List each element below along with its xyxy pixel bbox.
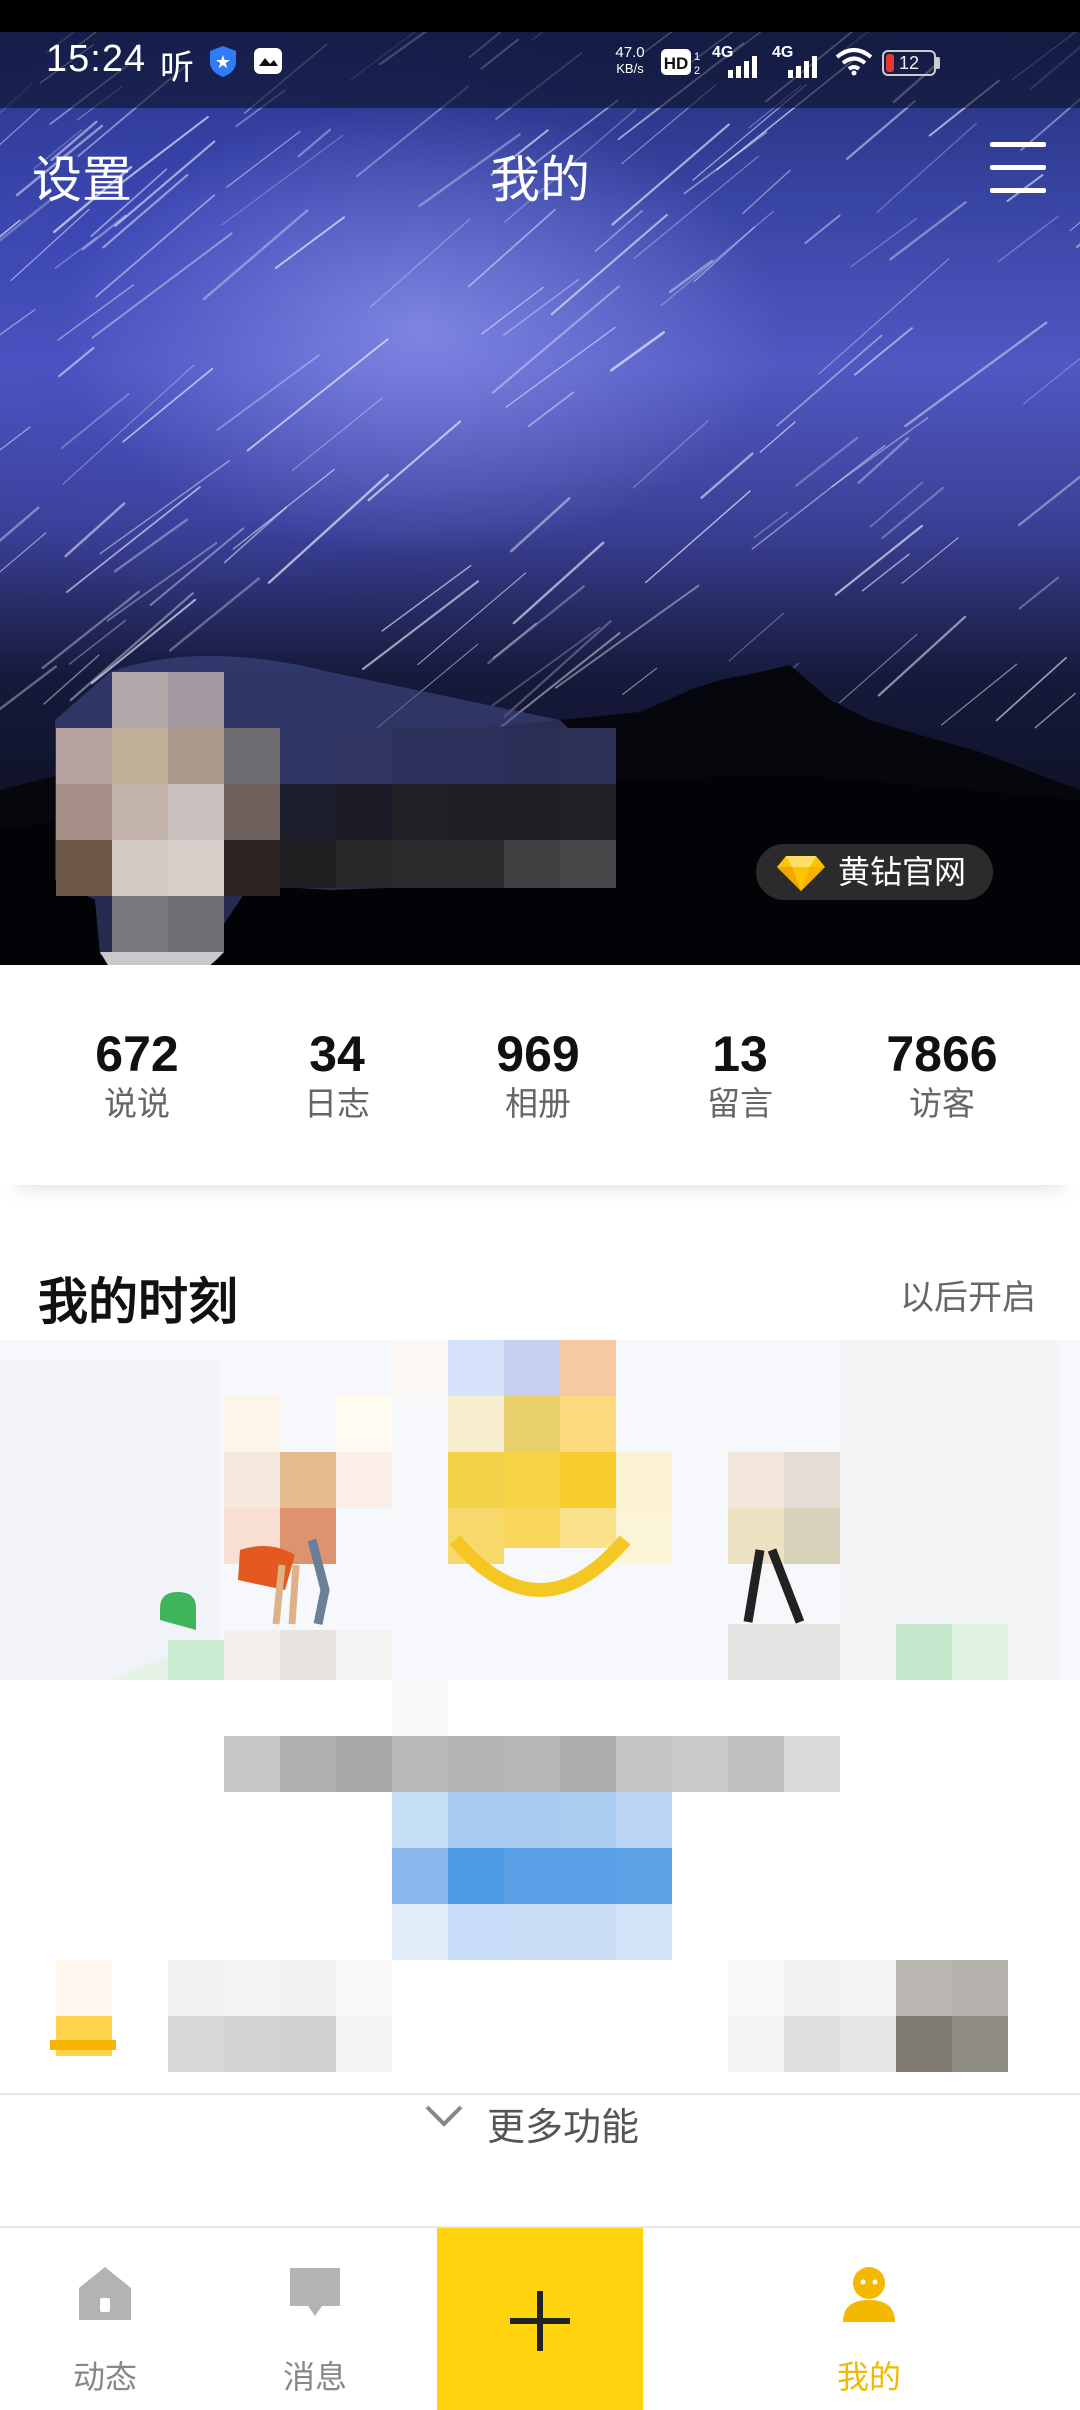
page-title: 我的 (490, 151, 590, 209)
status-bar: 15:24 听 ★ 47.0 KB/s HD 1 2 4G 4G 12 (0, 0, 1080, 108)
more-features-button[interactable]: 更多功能 (0, 2094, 1080, 2150)
tab-messages[interactable]: 消息 (210, 2228, 420, 2410)
menu-icon[interactable] (990, 142, 1046, 194)
more-features-label: 更多功能 (487, 2105, 640, 2149)
tab-label: 我的 (836, 2358, 901, 2396)
plus-icon (510, 2291, 570, 2351)
network-speed: 47.0 KB/s (604, 45, 656, 77)
battery-icon: 12 (882, 50, 936, 76)
svg-text:★: ★ (215, 52, 231, 73)
stat-posts[interactable]: 672 说说 (57, 1025, 217, 1127)
tab-label: 消息 (282, 2358, 347, 2396)
yellow-diamond-label: 黄钻官网 (838, 853, 967, 891)
profile-icon (843, 2267, 895, 2322)
moments-illustration (0, 1340, 1080, 2095)
battery-level: 12 (898, 53, 920, 73)
stat-blogs[interactable]: 34 日志 (257, 1025, 417, 1127)
hd-voice-icon: HD 1 2 (661, 49, 700, 77)
stat-value: 672 (95, 1026, 179, 1082)
nickname-pixels (280, 728, 616, 888)
stats-row: 672 说说 34 日志 969 相册 13 留言 7866 访客 (0, 965, 1080, 1185)
stat-label: 留言 (707, 1084, 773, 1123)
network-speed-value: 47.0 (615, 44, 645, 61)
network-speed-unit: KB/s (616, 61, 644, 76)
svg-text:2: 2 (694, 65, 700, 77)
stat-label: 说说 (104, 1084, 170, 1123)
chevron-down-icon (425, 2105, 463, 2127)
stat-label: 访客 (909, 1084, 975, 1123)
moments-enable-later-button[interactable]: 以后开启 (900, 1270, 1036, 1319)
stat-value: 7866 (886, 1026, 998, 1082)
status-time: 15:24 (46, 38, 147, 80)
shield-app-icon: ★ (210, 46, 236, 77)
tab-add-post[interactable] (437, 2228, 643, 2410)
stat-label: 日志 (304, 1084, 370, 1123)
moments-title: 我的时刻 (38, 1273, 238, 1331)
hd-text: HD (664, 54, 689, 73)
wifi-icon (835, 48, 873, 76)
image-app-icon (254, 48, 282, 74)
bottom-tab-bar: 动态 消息 我的 (0, 2226, 1080, 2410)
stat-albums[interactable]: 969 相册 (458, 1025, 618, 1127)
svg-text:1: 1 (694, 51, 700, 63)
home-icon (79, 2267, 131, 2320)
tab-profile[interactable]: 我的 (764, 2228, 974, 2410)
stat-value: 34 (309, 1026, 365, 1082)
signal-icon-2: 4G (772, 44, 828, 78)
tab-feed[interactable]: 动态 (0, 2228, 210, 2410)
tab-label: 动态 (72, 2358, 137, 2396)
stat-label: 相册 (505, 1084, 571, 1123)
stat-messages[interactable]: 13 留言 (660, 1025, 820, 1127)
stat-value: 969 (496, 1026, 580, 1082)
signal-icon: 4G (712, 44, 768, 78)
yellow-diamond-badge[interactable]: 黄钻官网 (756, 844, 993, 900)
message-icon (290, 2268, 340, 2316)
listen-icon: 听 (160, 48, 194, 88)
stat-value: 13 (712, 1026, 768, 1082)
yellow-diamond-icon (777, 856, 825, 891)
stat-visitors[interactable]: 7866 访客 (862, 1025, 1022, 1127)
